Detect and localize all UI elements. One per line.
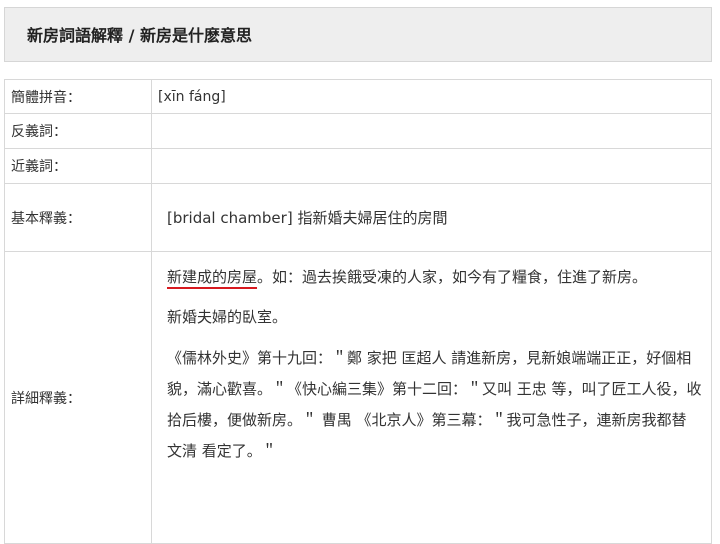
synonym-value — [151, 148, 712, 184]
definition-paragraph-1: 新建成的房屋。如：過去挨餓受凍的人家，如今有了糧食，住進了新房。 — [167, 263, 711, 291]
table-continuation — [4, 516, 712, 522]
pinyin-value: [xīn fáng] — [151, 79, 712, 114]
definition-table: 簡體拼音： [xīn fáng] 反義詞： 近義詞： 基本釋義： [bridal… — [4, 79, 712, 544]
definition-paragraph-1-rest: 。如：過去挨餓受凍的人家，如今有了糧食，住進了新房。 — [257, 268, 648, 286]
antonym-value — [151, 113, 712, 149]
row-detailed-definition: 詳細釋義： 新建成的房屋。如：過去挨餓受凍的人家，如今有了糧食，住進了新房。 新… — [4, 251, 712, 544]
pinyin-label: 簡體拼音： — [4, 79, 152, 114]
detailed-definition-label: 詳細釋義： — [4, 251, 152, 544]
basic-definition-value: [bridal chamber] 指新婚夫婦居住的房間 — [151, 183, 712, 252]
page-title: 新房詞語解釋 / 新房是什麽意思 — [27, 26, 252, 45]
row-antonym: 反義詞： — [4, 113, 712, 149]
row-pinyin: 簡體拼音： [xīn fáng] — [4, 79, 712, 114]
definition-paragraph-2: 新婚夫婦的臥室。 — [167, 308, 288, 326]
page-header: 新房詞語解釋 / 新房是什麽意思 — [4, 7, 712, 62]
row-synonym: 近義詞： — [4, 148, 712, 184]
synonym-label: 近義詞： — [4, 148, 152, 184]
highlighted-phrase: 新建成的房屋 — [167, 268, 258, 286]
row-basic-definition: 基本釋義： [bridal chamber] 指新婚夫婦居住的房間 — [4, 183, 712, 252]
antonym-label: 反義詞： — [4, 113, 152, 149]
basic-definition-label: 基本釋義： — [4, 183, 152, 252]
detailed-definition-content: 新建成的房屋。如：過去挨餓受凍的人家，如今有了糧食，住進了新房。 新婚夫婦的臥室… — [151, 251, 712, 544]
table-continuation-divider — [151, 516, 152, 522]
definition-paragraph-3: 《儒林外史》第十九回：＂鄭 家把 匡超人 請進新房，見新娘端端正正，好個相貌，滿… — [167, 349, 702, 460]
